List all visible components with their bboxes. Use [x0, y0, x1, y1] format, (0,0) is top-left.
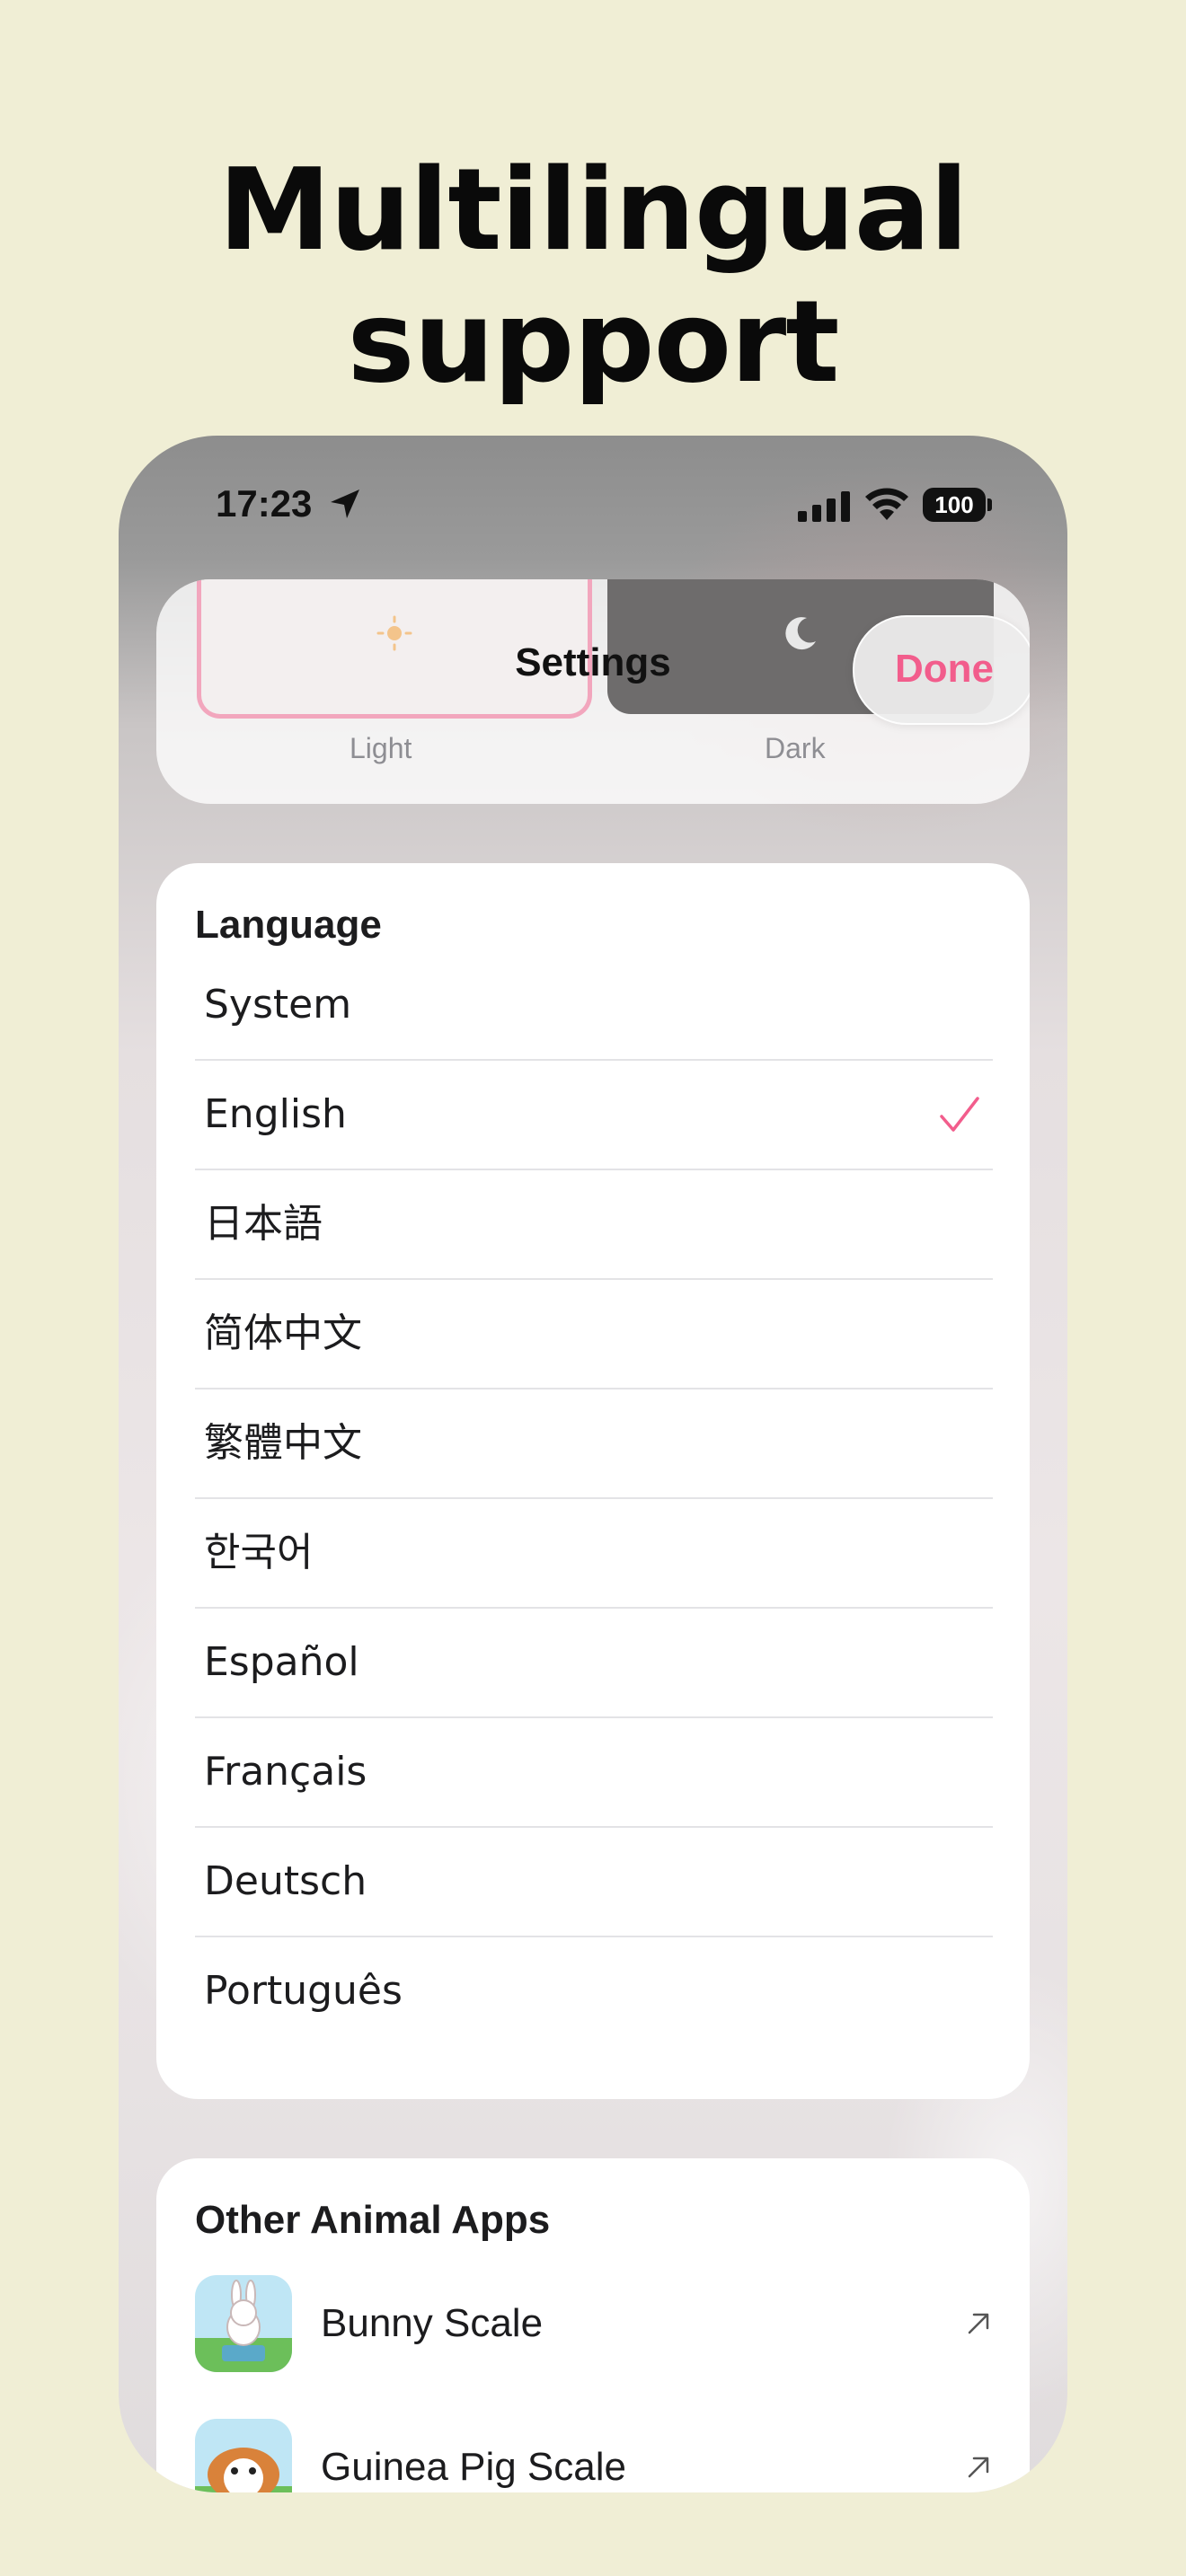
cellular-signal-icon: [798, 491, 850, 522]
app-row-guinea-pig-scale[interactable]: Guinea Pig Scale: [195, 2419, 993, 2492]
language-option-label: Português: [204, 1968, 403, 2014]
language-option-english[interactable]: English: [195, 1061, 993, 1170]
language-section: Language System English 日本語 简体中文 繁體中文 한국…: [156, 863, 1030, 2099]
language-option-label: Deutsch: [204, 1858, 367, 1904]
status-bar: 17:23 100: [119, 436, 1067, 570]
battery-level: 100: [923, 488, 986, 522]
language-option-portuguese[interactable]: Português: [195, 1937, 993, 2045]
settings-header-card: Light Dark Settings Done: [156, 579, 1030, 804]
checkmark-icon: [940, 1097, 979, 1132]
language-option-german[interactable]: Deutsch: [195, 1828, 993, 1937]
wifi-icon: [865, 488, 908, 520]
done-button[interactable]: Done: [853, 615, 1030, 725]
language-option-korean[interactable]: 한국어: [195, 1499, 993, 1609]
section-title-language: Language: [195, 903, 382, 947]
language-option-label: English: [204, 1091, 347, 1137]
language-option-traditional-chinese[interactable]: 繁體中文: [195, 1389, 993, 1499]
theme-light-label: Light: [350, 732, 412, 764]
language-option-japanese[interactable]: 日本語: [195, 1170, 993, 1280]
phone-screen: 17:23 100 Light Dark Settings Done Langu…: [119, 436, 1067, 2492]
guinea-pig-app-icon: [195, 2419, 292, 2492]
language-option-label: 繁體中文: [204, 1420, 362, 1466]
external-link-arrow-icon: [968, 2457, 989, 2478]
language-option-label: 日本語: [204, 1201, 323, 1247]
location-arrow-icon: [331, 490, 359, 518]
language-option-label: System: [204, 982, 352, 1028]
theme-dark-label: Dark: [765, 732, 826, 764]
app-row-bunny-scale[interactable]: Bunny Scale: [195, 2275, 993, 2383]
language-option-label: 한국어: [204, 1530, 314, 1575]
other-apps-section: Other Animal Apps Bunny Scale Guinea Pig…: [156, 2158, 1030, 2492]
app-label: Guinea Pig Scale: [321, 2445, 626, 2489]
language-option-label: Français: [204, 1749, 367, 1795]
language-option-spanish[interactable]: Español: [195, 1609, 993, 1718]
language-option-label: 简体中文: [204, 1310, 362, 1356]
language-option-system[interactable]: System: [195, 951, 993, 1061]
language-list: System English 日本語 简体中文 繁體中文 한국어 Español…: [195, 951, 993, 2045]
app-label: Bunny Scale: [321, 2301, 544, 2345]
language-option-french[interactable]: Français: [195, 1718, 993, 1828]
language-option-label: Español: [204, 1639, 359, 1685]
bunny-app-icon: [195, 2275, 292, 2372]
section-title-other-apps: Other Animal Apps: [195, 2198, 551, 2242]
status-time: 17:23: [216, 482, 313, 525]
language-option-simplified-chinese[interactable]: 简体中文: [195, 1280, 993, 1389]
battery-icon: 100: [923, 488, 993, 522]
headline: Multilingual support: [218, 144, 969, 408]
external-link-arrow-icon: [968, 2313, 989, 2334]
